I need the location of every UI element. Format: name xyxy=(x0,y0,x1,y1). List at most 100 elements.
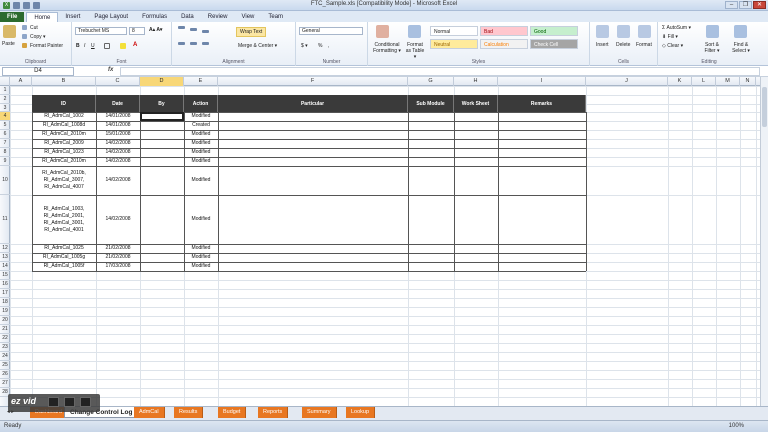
column-header-g[interactable]: G xyxy=(408,77,454,86)
cell-by[interactable] xyxy=(140,262,184,271)
bold-icon[interactable]: B xyxy=(76,43,80,49)
sheet-tab-admcal[interactable]: AdmCal xyxy=(134,407,165,418)
tab-formulas[interactable]: Formulas xyxy=(135,12,174,22)
row-header-1[interactable]: 1 xyxy=(0,86,10,95)
column-header-n[interactable]: N xyxy=(740,77,756,86)
row-header-20[interactable]: 20 xyxy=(0,316,10,325)
cell-date[interactable]: 14/01/2008 xyxy=(96,112,140,121)
scroll-thumb[interactable] xyxy=(762,87,767,127)
row-header-12[interactable]: 12 xyxy=(0,244,10,253)
cell-id[interactable]: RI_AdmCal_1023 xyxy=(32,148,96,157)
percent-button[interactable]: % xyxy=(318,43,322,49)
row-header-19[interactable]: 19 xyxy=(0,307,10,316)
vertical-scrollbar[interactable] xyxy=(760,77,768,406)
cell-date[interactable]: 14/02/2008 xyxy=(96,148,140,157)
column-header-a[interactable]: A xyxy=(10,77,32,86)
cell-id[interactable]: RI_AdmCal_1005g xyxy=(32,253,96,262)
row-header-23[interactable]: 23 xyxy=(0,343,10,352)
row-header-25[interactable]: 25 xyxy=(0,361,10,370)
row-header-22[interactable]: 22 xyxy=(0,334,10,343)
cell-action[interactable]: Modified xyxy=(184,195,218,244)
cell-by[interactable] xyxy=(140,139,184,148)
row-header-6[interactable]: 6 xyxy=(0,130,10,139)
delete-cells-icon[interactable] xyxy=(617,25,630,38)
sheet-tab-summary[interactable]: Summary xyxy=(302,407,337,418)
row-header-14[interactable]: 14 xyxy=(0,262,10,271)
cell-id[interactable]: RI_AdmCal_2010b, RI_AdmCal_3007, RI_AdmCal… xyxy=(32,166,96,195)
row-header-21[interactable]: 21 xyxy=(0,325,10,334)
sheet-tab-reports[interactable]: Reports xyxy=(258,407,289,418)
clear-button[interactable]: ◇ Clear ▾ xyxy=(662,43,683,49)
cell-date[interactable]: 14/01/2008 xyxy=(96,121,140,130)
worksheet-grid[interactable]: ID Date By Action Particular Sub Module Work S… xyxy=(10,86,760,406)
row-header-2[interactable]: 2 xyxy=(0,95,10,104)
tab-review[interactable]: Review xyxy=(201,12,235,22)
column-header-h[interactable]: H xyxy=(454,77,498,86)
cell-by[interactable] xyxy=(140,148,184,157)
align-center-icon[interactable] xyxy=(190,42,197,45)
column-header-f[interactable]: F xyxy=(218,77,408,86)
style-good[interactable]: Good xyxy=(530,26,578,36)
tab-page-layout[interactable]: Page Layout xyxy=(87,12,135,22)
paste-button[interactable]: Paste xyxy=(2,41,15,47)
style-normal[interactable]: Normal xyxy=(430,26,478,36)
name-box[interactable]: D4 xyxy=(2,67,74,76)
fill-button[interactable]: ⬇ Fill ▾ xyxy=(662,34,678,40)
column-header-j[interactable]: J xyxy=(586,77,668,86)
find-select-button[interactable]: Find & Select ▾ xyxy=(728,42,754,54)
column-header-e[interactable]: E xyxy=(184,77,218,86)
cell-action[interactable]: Modified xyxy=(184,262,218,271)
row-header-10[interactable]: 10 xyxy=(0,166,10,195)
cell-id[interactable]: RI_AdmCal_2010m xyxy=(32,130,96,139)
cell-by[interactable] xyxy=(140,195,184,244)
row-header-16[interactable]: 16 xyxy=(0,280,10,289)
font-color-icon[interactable]: A xyxy=(133,42,137,48)
close-button[interactable]: ✕ xyxy=(753,1,766,9)
column-header-l[interactable]: L xyxy=(692,77,716,86)
tab-team[interactable]: Team xyxy=(261,12,290,22)
cell-by[interactable] xyxy=(140,130,184,139)
tab-data[interactable]: Data xyxy=(174,12,201,22)
font-size-combo[interactable]: 8 xyxy=(129,27,145,35)
cell-id[interactable]: RI_AdmCal_1025 xyxy=(32,244,96,253)
italic-icon[interactable]: I xyxy=(84,43,85,49)
format-painter-icon[interactable] xyxy=(22,43,27,48)
cell-id[interactable]: RI_AdmCal_1002 xyxy=(32,112,96,121)
cell-id[interactable]: RI_AdmCal_2010m xyxy=(32,157,96,166)
column-header-k[interactable]: K xyxy=(668,77,692,86)
insert-cells-icon[interactable] xyxy=(596,25,609,38)
copy-button[interactable]: Copy ▾ xyxy=(30,34,46,40)
cut-icon[interactable] xyxy=(22,25,27,30)
insert-cells-button[interactable]: Insert xyxy=(596,42,609,48)
cell-action[interactable]: Modified xyxy=(184,244,218,253)
cell-by[interactable] xyxy=(140,244,184,253)
tab-insert[interactable]: Insert xyxy=(58,12,87,22)
cut-button[interactable]: Cut xyxy=(30,25,38,31)
row-header-8[interactable]: 8 xyxy=(0,148,10,157)
conditional-formatting-icon[interactable] xyxy=(376,25,389,38)
row-header-9[interactable]: 9 xyxy=(0,157,10,166)
sheet-tab-results[interactable]: Results xyxy=(174,407,204,418)
format-as-table-icon[interactable] xyxy=(408,25,421,38)
row-header-7[interactable]: 7 xyxy=(0,139,10,148)
row-header-4[interactable]: 4 xyxy=(0,112,10,121)
align-left-icon[interactable] xyxy=(178,42,185,45)
delete-cells-button[interactable]: Delete xyxy=(616,42,630,48)
row-header-18[interactable]: 18 xyxy=(0,298,10,307)
row-header-15[interactable]: 15 xyxy=(0,271,10,280)
cell-action[interactable]: Modified xyxy=(184,139,218,148)
select-all-corner[interactable] xyxy=(0,77,10,86)
cell-action[interactable]: Modified xyxy=(184,166,218,195)
active-cell[interactable] xyxy=(140,112,184,121)
cell-date[interactable]: 14/02/2008 xyxy=(96,139,140,148)
maximize-button[interactable]: ❐ xyxy=(739,1,752,9)
row-header-17[interactable]: 17 xyxy=(0,289,10,298)
align-middle-icon[interactable] xyxy=(190,28,197,31)
row-header-27[interactable]: 27 xyxy=(0,379,10,388)
currency-button[interactable]: $ ▾ xyxy=(301,43,308,49)
row-header-11[interactable]: 11 xyxy=(0,195,10,244)
sort-filter-icon[interactable] xyxy=(706,25,719,38)
paste-icon[interactable] xyxy=(3,25,16,38)
cell-action[interactable]: Modified xyxy=(184,157,218,166)
align-right-icon[interactable] xyxy=(202,42,209,45)
